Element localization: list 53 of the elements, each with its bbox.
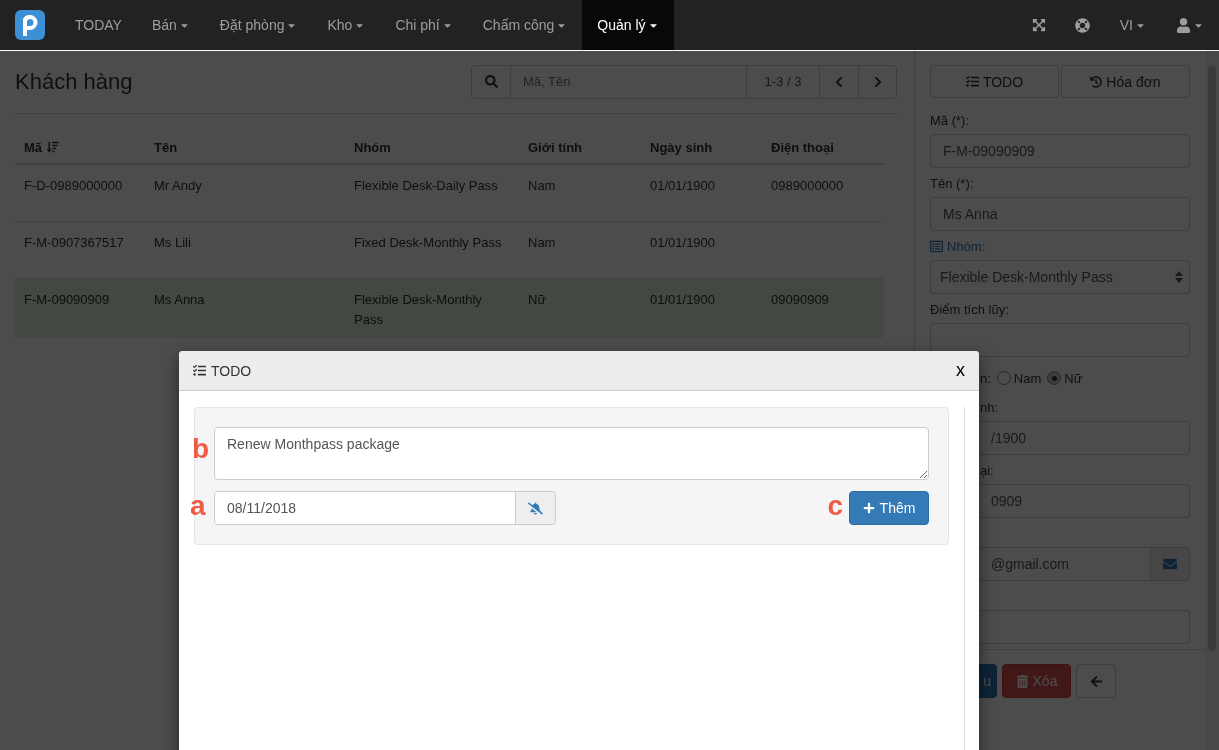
plus-icon bbox=[862, 502, 875, 514]
todo-text-field[interactable]: Renew Monthpass package bbox=[214, 427, 929, 480]
radio-label: Nữ bbox=[1064, 370, 1083, 386]
table-cell: 0989000000 bbox=[771, 178, 844, 193]
table-cell: Ms Anna bbox=[154, 291, 205, 307]
annotation-label: a bbox=[190, 490, 206, 522]
bell-slash-icon bbox=[528, 500, 543, 516]
user-icon bbox=[1176, 17, 1191, 33]
field-label: Điểm tích lũy: bbox=[930, 301, 1009, 317]
column-label: Tên bbox=[154, 139, 178, 155]
annotation-label: b bbox=[192, 433, 210, 465]
column-label: Điện thoại bbox=[771, 139, 834, 155]
table-cell: 01/01/1900 bbox=[650, 234, 716, 250]
tasks-icon bbox=[193, 364, 206, 377]
nav-menu-item[interactable]: Chấm công bbox=[467, 0, 583, 50]
annotation-label: c bbox=[827, 490, 843, 522]
nav-menu-item[interactable]: Kho bbox=[312, 0, 381, 50]
table-cell: Nữ bbox=[528, 291, 547, 307]
date-field[interactable]: 08/11/2018 bbox=[214, 491, 516, 525]
table-cell: Mr Andy bbox=[154, 178, 202, 193]
radio-label: Nam bbox=[1013, 370, 1042, 386]
nav-menu-item[interactable]: Chi phí bbox=[380, 0, 468, 50]
nav-menu-item[interactable]: TODAY bbox=[60, 0, 137, 50]
field-label: Mã (*): bbox=[930, 112, 969, 128]
table-cell: Nam bbox=[528, 234, 556, 250]
dialog-title: TODO bbox=[193, 362, 252, 379]
table-cell: Fixed Desk-Monthly Pass bbox=[354, 234, 502, 250]
table-cell: F-M-0907367517 bbox=[24, 234, 124, 250]
field-label: nh: bbox=[980, 399, 999, 415]
table-cell: 01/01/1900 bbox=[650, 291, 716, 307]
add-button[interactable]: Thêm bbox=[849, 491, 929, 525]
reminder-button[interactable] bbox=[515, 491, 556, 525]
table-cell: 01/01/1900 bbox=[650, 178, 716, 193]
language-menu[interactable]: VI bbox=[1104, 17, 1161, 33]
table-cell: F-D-0989000000 bbox=[24, 178, 123, 193]
nav-menu-item[interactable]: Đặt phòng bbox=[204, 0, 313, 50]
column-label: Nhóm bbox=[354, 139, 391, 155]
column-label: Ngày sinh bbox=[650, 139, 713, 155]
nav-menu-item[interactable]: Bán bbox=[136, 0, 205, 50]
column-label: Mã bbox=[24, 139, 43, 155]
field-label: Tên (*): bbox=[930, 175, 974, 191]
table-cell: 09090909 bbox=[771, 291, 829, 307]
column-label: Giới tính bbox=[528, 139, 582, 155]
table-cell: Flexible Desk-Monthly Pass bbox=[354, 291, 482, 327]
page-title: Khách hàng bbox=[15, 68, 133, 95]
app-logo[interactable] bbox=[15, 10, 45, 40]
field-label[interactable]: Nhóm: bbox=[947, 238, 986, 254]
table-cell: Nam bbox=[528, 178, 556, 193]
table-cell: Ms Lili bbox=[154, 234, 191, 250]
nav-menu-item[interactable]: Quản lý bbox=[582, 0, 674, 50]
table-cell: Flexible Desk-Daily Pass bbox=[354, 178, 498, 193]
table-cell: F-M-09090909 bbox=[24, 291, 110, 307]
close-button[interactable]: x bbox=[956, 360, 965, 381]
